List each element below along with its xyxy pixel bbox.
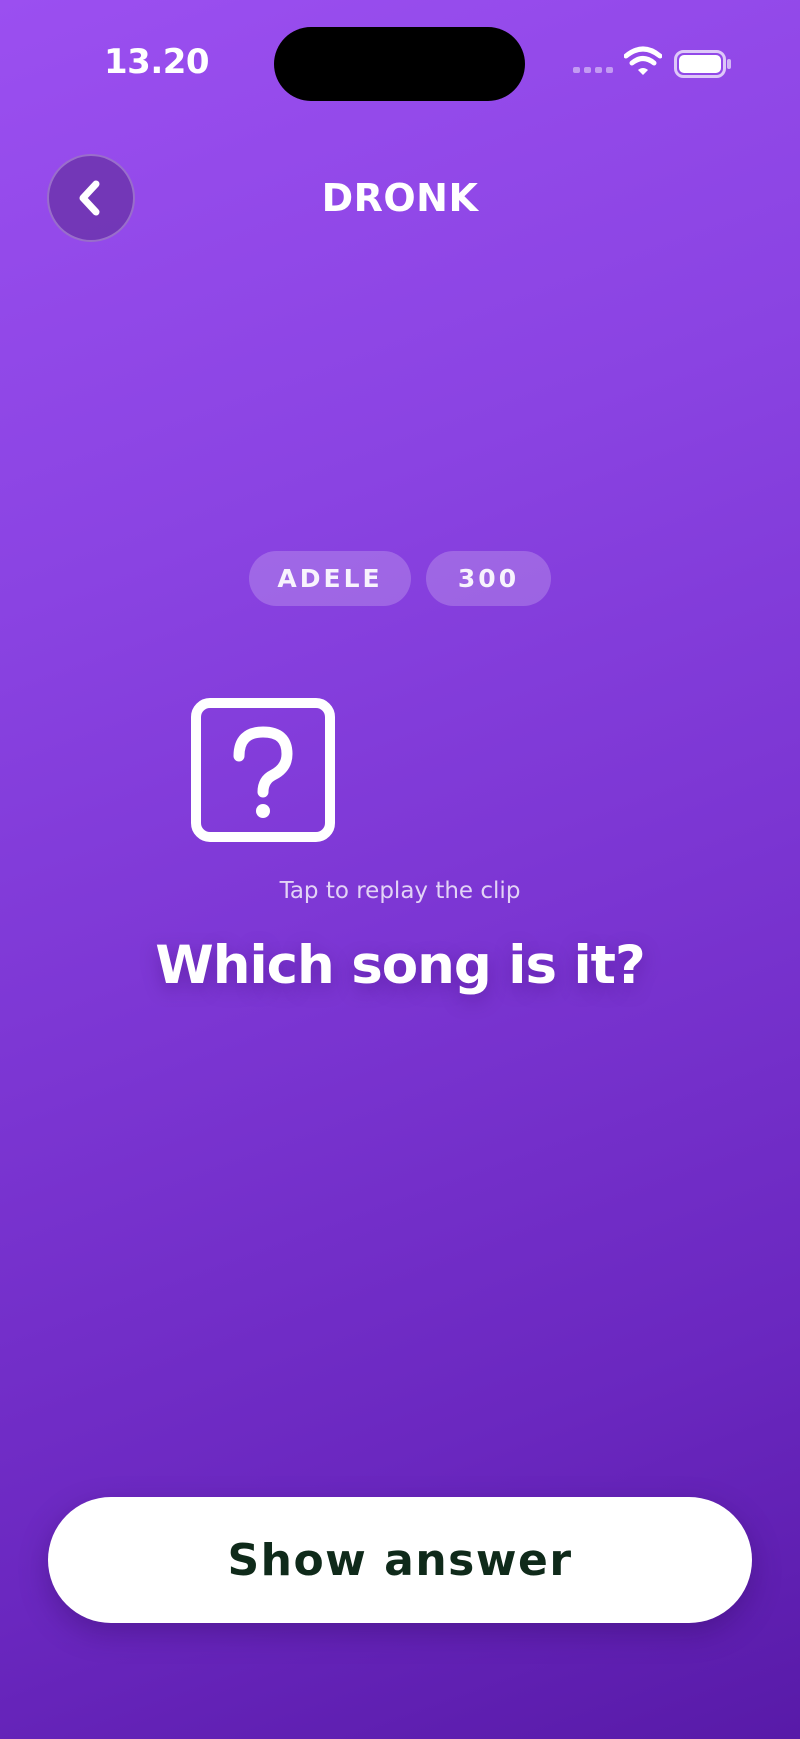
- question-heading: Which song is it?: [155, 935, 645, 996]
- question-square-icon[interactable]: [191, 698, 335, 842]
- status-time: 13.20: [104, 42, 210, 82]
- artist-chip: ADELE: [249, 551, 411, 606]
- replay-hint: Tap to replay the clip: [279, 878, 521, 904]
- screen-title: DRONK: [321, 176, 479, 220]
- battery-icon: [674, 50, 731, 78]
- status-bar: 13.20: [0, 0, 800, 130]
- points-chip: 300: [426, 551, 551, 606]
- dynamic-island: [274, 27, 525, 101]
- wifi-icon: [624, 46, 662, 75]
- show-answer-label: Show answer: [227, 1534, 573, 1586]
- show-answer-button[interactable]: Show answer: [48, 1497, 752, 1623]
- chips-row: ADELE 300: [0, 551, 800, 606]
- signal-icon: [573, 67, 613, 73]
